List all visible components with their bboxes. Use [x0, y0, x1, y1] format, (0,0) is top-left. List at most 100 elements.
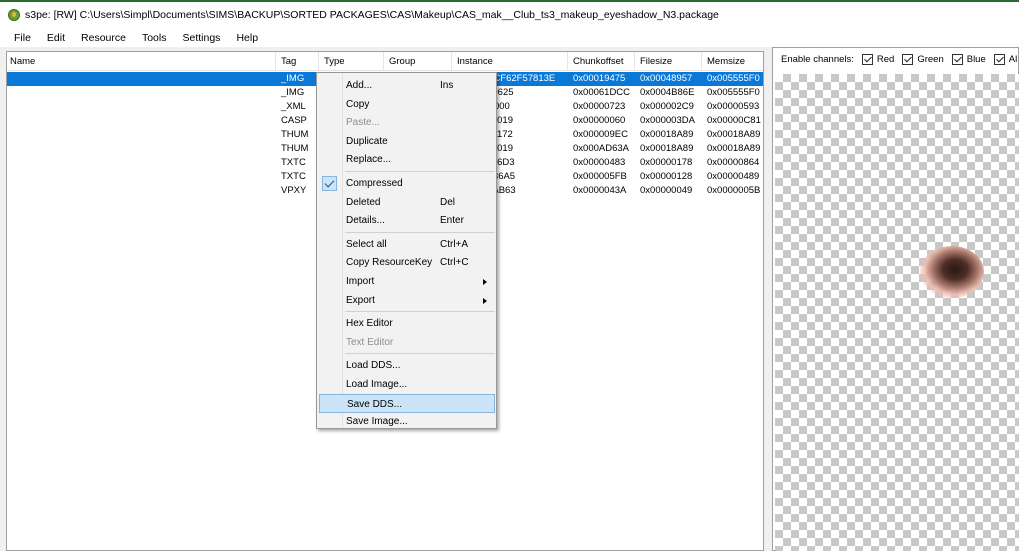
channel-toggles: Enable channels: Red Green Blue Al: [781, 54, 1017, 65]
blue-channel-checkbox[interactable]: Blue: [951, 54, 986, 65]
column-header-row: Name Tag Type Group Instance Chunkoffset…: [7, 52, 763, 71]
cell-chunkoffset: 0x000AD63A: [573, 143, 629, 154]
menu-tools[interactable]: Tools: [134, 32, 175, 44]
cell-filesize: 0x00000178: [640, 157, 693, 168]
column-chunkoffset[interactable]: Chunkoffset: [573, 56, 624, 67]
cell-tag: THUM: [281, 143, 309, 154]
menu-item-label: Paste...: [346, 117, 380, 129]
menu-item-label: Copy ResourceKey: [346, 257, 433, 269]
eyeshadow-texture-image: [920, 246, 984, 298]
menu-item-shortcut: Ins: [440, 80, 454, 91]
cell-chunkoffset: 0x00000483: [573, 157, 626, 168]
menu-item-label: Select all: [346, 238, 387, 250]
menu-item-load-dds[interactable]: Load DDS...: [319, 356, 495, 375]
menu-file[interactable]: File: [6, 32, 39, 44]
cell-tag: _XML: [281, 101, 306, 112]
title-bar: s3pe: [RW] C:\Users\Simpl\Documents\SIMS…: [0, 0, 1019, 28]
menu-item-hex-editor[interactable]: Hex Editor: [319, 314, 495, 333]
column-name[interactable]: Name: [10, 56, 35, 67]
menu-item-label: Import: [346, 276, 375, 287]
menu-item-label: Text Editor: [346, 336, 394, 348]
menu-item-shortcut: Del: [440, 196, 456, 208]
menu-item-copy[interactable]: Copy: [319, 95, 495, 114]
window-title: s3pe: [RW] C:\Users\Simpl\Documents\SIMS…: [25, 9, 719, 21]
checkmark-icon: [322, 176, 337, 191]
menu-separator: [345, 311, 495, 313]
checkbox-check-icon: [951, 54, 963, 65]
menu-item-shortcut: Ctrl+A: [440, 238, 469, 250]
cell-filesize: 0x00018A89: [640, 143, 694, 154]
cell-chunkoffset: 0x00000723: [573, 101, 626, 112]
menu-item-label: Copy: [346, 98, 370, 110]
cell-tag: _IMG: [281, 73, 305, 84]
cell-memsize: 0x00000C81: [707, 115, 761, 126]
column-filesize[interactable]: Filesize: [640, 56, 672, 67]
menu-item-label: Add...: [346, 80, 373, 91]
menu-item-add[interactable]: Add... Ins: [319, 76, 495, 95]
menu-item-shortcut: Ctrl+C: [440, 257, 469, 269]
menu-edit[interactable]: Edit: [39, 32, 73, 44]
column-group[interactable]: Group: [389, 56, 415, 67]
cell-chunkoffset: 0x00019475: [573, 73, 626, 84]
menu-item-label: Replace...: [346, 154, 392, 166]
cell-tag: TXTC: [281, 157, 306, 168]
cell-memsize: 0x00018A89: [707, 129, 761, 140]
cell-chunkoffset: 0x0000043A: [573, 185, 627, 196]
menu-separator: [345, 353, 495, 355]
column-memsize[interactable]: Memsize: [707, 56, 745, 67]
green-channel-checkbox[interactable]: Green: [902, 54, 944, 65]
cell-tag: _IMG: [281, 87, 305, 98]
context-menu: Add... Ins Copy Paste... Duplicate Replace...…: [316, 72, 497, 429]
menu-item-label: Load DDS...: [346, 360, 401, 372]
checkbox-check-icon: [993, 54, 1005, 65]
preview-panel: Enable channels: Red Green Blue Al: [772, 47, 1019, 551]
menu-item-save-image[interactable]: Save Image...: [319, 412, 495, 431]
menu-bar: File Edit Resource Tools Settings Help: [0, 28, 1019, 47]
menu-separator: [345, 231, 495, 233]
menu-item-export[interactable]: Export: [319, 291, 495, 310]
menu-item-label: Save DDS...: [347, 398, 403, 410]
cell-filesize: 0x00018A89: [640, 129, 694, 140]
cell-memsize: 0x005555F0: [707, 87, 760, 98]
menu-item-deleted[interactable]: Deleted Del: [319, 193, 495, 212]
column-tag[interactable]: Tag: [281, 56, 296, 67]
cell-tag: VPXY: [281, 185, 307, 196]
menu-item-replace[interactable]: Replace...: [319, 150, 495, 169]
menu-help[interactable]: Help: [228, 32, 266, 44]
menu-item-label: Save Image...: [346, 416, 408, 428]
channels-label: Enable channels:: [781, 54, 854, 65]
column-type[interactable]: Type: [324, 56, 345, 67]
cell-tag: TXTC: [281, 171, 306, 182]
cell-tag: THUM: [281, 129, 309, 140]
menu-item-paste[interactable]: Paste...: [319, 113, 495, 132]
cell-chunkoffset: 0x00061DCC: [573, 87, 631, 98]
cell-memsize: 0x00018A89: [707, 143, 761, 154]
menu-item-load-image[interactable]: Load Image...: [319, 375, 495, 394]
menu-item-label: Duplicate: [346, 135, 388, 147]
cell-memsize: 0x00000593: [707, 101, 760, 112]
cell-filesize: 0x00000128: [640, 171, 693, 182]
cell-chunkoffset: 0x000009EC: [573, 129, 628, 140]
red-channel-checkbox[interactable]: Red: [861, 54, 894, 65]
menu-item-copy-resourcekey[interactable]: Copy ResourceKey Ctrl+C: [319, 253, 495, 272]
cell-memsize: 0x00000864: [707, 157, 760, 168]
menu-item-duplicate[interactable]: Duplicate: [319, 132, 495, 151]
menu-item-details[interactable]: Details... Enter: [319, 211, 495, 230]
menu-item-label: Details...: [346, 215, 385, 227]
submenu-arrow-icon: [483, 279, 487, 285]
s3pe-app-icon: [8, 9, 20, 21]
column-instance[interactable]: Instance: [457, 56, 493, 67]
menu-item-text-editor[interactable]: Text Editor: [319, 333, 495, 352]
menu-item-compressed[interactable]: Compressed: [319, 174, 495, 193]
menu-item-import[interactable]: Import: [319, 272, 495, 291]
cell-filesize: 0x00000049: [640, 185, 693, 196]
menu-settings[interactable]: Settings: [174, 32, 228, 44]
menu-item-save-dds[interactable]: Save DDS...: [319, 393, 495, 413]
menu-item-select-all[interactable]: Select all Ctrl+A: [319, 235, 495, 254]
alpha-channel-checkbox[interactable]: Al: [993, 54, 1017, 65]
menu-separator: [345, 171, 495, 172]
cell-memsize: 0x0000005B: [707, 185, 761, 196]
menu-item-label: Export: [346, 294, 375, 306]
cell-filesize: 0x0004B86E: [640, 87, 695, 98]
menu-resource[interactable]: Resource: [73, 32, 134, 44]
